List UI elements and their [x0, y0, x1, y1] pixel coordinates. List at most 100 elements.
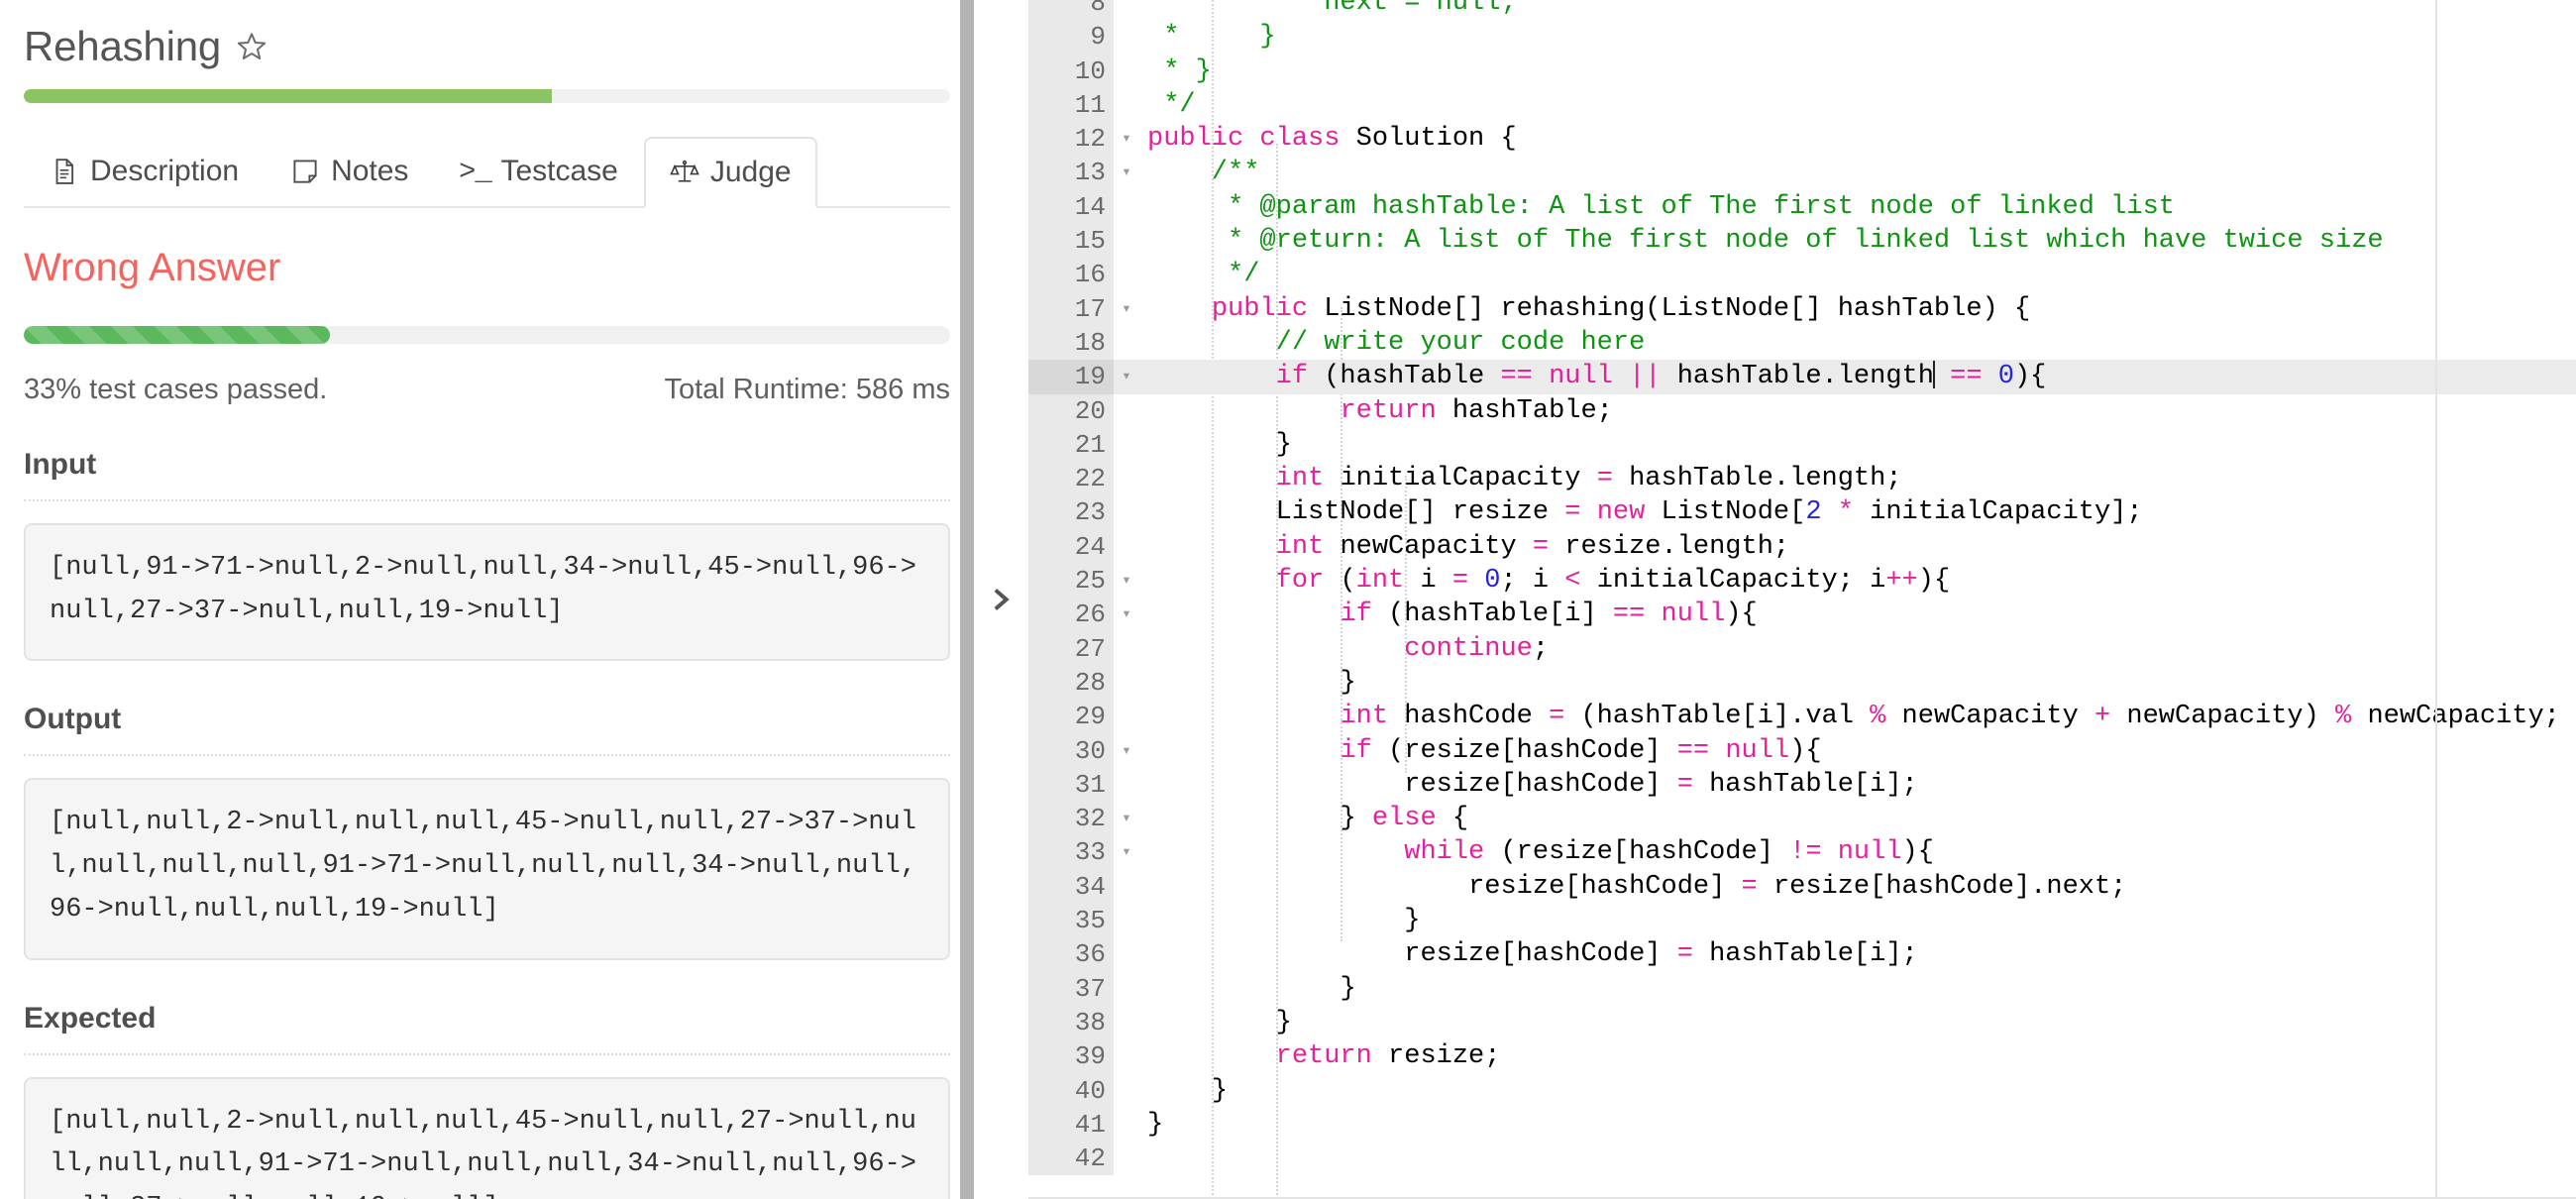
code-text: resize[hashCode] = resize[hashCode].next…	[1468, 871, 2127, 902]
editor-line[interactable]: 27 continue;	[1028, 631, 2576, 666]
editor-line[interactable]: 22 int initialCapacity = hashTable.lengt…	[1028, 462, 2576, 496]
fold-toggle-icon[interactable]: ▾	[1114, 156, 1139, 189]
editor-line[interactable]: 23 ListNode[] resize = new ListNode[2 * …	[1028, 495, 2576, 530]
editor-line[interactable]: 18 // write your code here	[1028, 325, 2576, 361]
code-text: if (hashTable == null || hashTable.lengt…	[1275, 361, 2047, 392]
editor-line[interactable]: 16 */	[1028, 258, 2576, 292]
line-number: 12	[1028, 122, 1114, 157]
tab-judge[interactable]: Judge	[643, 137, 817, 208]
scales-icon	[670, 158, 699, 187]
judge-page: Rehashing Description Notes >_ Testcase …	[0, 0, 2576, 1199]
editor-line[interactable]: 9 * }	[1028, 20, 2576, 54]
line-number: 8	[1028, 0, 1114, 21]
code-text: continue;	[1404, 633, 1550, 664]
code-text: int initialCapacity = hashTable.length;	[1275, 464, 1902, 494]
code-text: * }	[1147, 22, 1276, 53]
editor-line[interactable]: 35 }	[1028, 904, 2576, 938]
fold-toggle-icon[interactable]: ▾	[1114, 598, 1139, 631]
editor-line[interactable]: 24 int newCapacity = resize.length;	[1028, 529, 2576, 565]
editor-line[interactable]: 30 ▾ if (resize[hashCode] == null){	[1028, 733, 2576, 768]
editor-line[interactable]: 26 ▾ if (hashTable[i] == null){	[1028, 598, 2576, 632]
editor-line[interactable]: 29 int hashCode = (hashTable[i].val % ne…	[1028, 700, 2576, 734]
editor-line[interactable]: 40 }	[1028, 1073, 2576, 1108]
editor-line[interactable]: 37 }	[1028, 971, 2576, 1006]
editor-line[interactable]: 42	[1028, 1142, 2576, 1176]
fold-toggle-icon[interactable]: ▾	[1114, 835, 1139, 869]
editor-line[interactable]: 12 ▾ public class Solution {	[1028, 122, 2576, 157]
line-number: 25	[1028, 564, 1114, 599]
editor-line[interactable]: 41}	[1028, 1107, 2576, 1143]
line-number: 9	[1028, 20, 1114, 54]
fold-toggle-icon[interactable]: ▾	[1114, 564, 1139, 598]
editor-line[interactable]: 19 ▾ if (hashTable == null || hashTable.l…	[1028, 360, 2576, 394]
line-number: 27	[1028, 631, 1114, 666]
code-text: * @return: A list of The first node of l…	[1147, 226, 2384, 257]
editor-line[interactable]: 25 ▾ for (int i = 0; i < initialCapacity;…	[1028, 564, 2576, 599]
editor-line[interactable]: 13 ▾ /**	[1028, 156, 2576, 190]
editor-line[interactable]: 14 * @param hashTable: A list of The fir…	[1028, 189, 2576, 225]
line-number: 32	[1028, 802, 1114, 836]
chevron-right-icon	[988, 583, 1016, 616]
note-icon	[290, 157, 320, 186]
code-text: public ListNode[] rehashing(ListNode[] h…	[1211, 293, 2031, 324]
line-number: 17	[1028, 291, 1114, 326]
editor-line[interactable]: 34 resize[hashCode] = resize[hashCode].n…	[1028, 869, 2576, 905]
print-margin-line	[2435, 0, 2437, 1199]
fold-toggle-icon[interactable]: ▾	[1114, 122, 1139, 156]
line-number: 42	[1028, 1142, 1114, 1176]
editor-line[interactable]: 31 resize[hashCode] = hashTable[i];	[1028, 767, 2576, 803]
editor-line[interactable]: 8 * next = null;	[1028, 0, 2576, 21]
code-text: /**	[1147, 158, 1260, 188]
fold-toggle-icon[interactable]: ▾	[1114, 360, 1139, 393]
code-text: return resize;	[1275, 1041, 1501, 1072]
code-text: }	[1404, 906, 1421, 936]
collapse-panel-button[interactable]	[974, 0, 1028, 1199]
editor-line[interactable]: 39 return resize;	[1028, 1039, 2576, 1074]
editor-line[interactable]: 32 ▾ } else {	[1028, 802, 2576, 836]
line-number: 24	[1028, 529, 1114, 565]
line-number: 13	[1028, 156, 1114, 190]
fold-toggle-icon[interactable]: ▾	[1114, 734, 1139, 768]
code-text: * next = null;	[1147, 0, 1517, 18]
editor-lines[interactable]: 8 * next = null; 9 * } 10 * } 11 */12 ▾ publi…	[1028, 0, 2576, 1176]
editor-line[interactable]: 20 return hashTable;	[1028, 393, 2576, 428]
line-number: 34	[1028, 869, 1114, 905]
tab-description[interactable]: Description	[24, 135, 265, 206]
editor-line[interactable]: 28 }	[1028, 665, 2576, 701]
tab-testcase[interactable]: >_ Testcase	[434, 135, 643, 206]
code-text: }	[1340, 667, 1356, 698]
editor-line[interactable]: 11 */	[1028, 87, 2576, 123]
editor-line[interactable]: 21 }	[1028, 427, 2576, 463]
fold-toggle-icon[interactable]: ▾	[1114, 802, 1139, 835]
code-editor[interactable]: 8 * next = null; 9 * } 10 * } 11 */12 ▾ publi…	[1028, 0, 2576, 1199]
editor-line[interactable]: 38 }	[1028, 1005, 2576, 1040]
tab-bar: Description Notes >_ Testcase Judge	[24, 137, 950, 208]
code-text: */	[1147, 89, 1196, 120]
tab-label: Testcase	[500, 155, 618, 187]
editor-line[interactable]: 15 * @return: A list of The first node o…	[1028, 224, 2576, 259]
fold-toggle-icon[interactable]: ▾	[1114, 292, 1139, 326]
editor-line[interactable]: 33 ▾ while (resize[hashCode] != null){	[1028, 835, 2576, 870]
tab-notes[interactable]: Notes	[265, 135, 434, 206]
line-number: 21	[1028, 427, 1114, 463]
editor-line[interactable]: 17 ▾ public ListNode[] rehashing(ListNode…	[1028, 291, 2576, 326]
star-icon[interactable]	[235, 30, 268, 63]
editor-line[interactable]: 10 * }	[1028, 54, 2576, 88]
left-panel-scrollbar[interactable]	[960, 0, 974, 1199]
editor-line[interactable]: 36 resize[hashCode] = hashTable[i];	[1028, 937, 2576, 972]
line-number: 22	[1028, 462, 1114, 496]
code-text: }	[1147, 1109, 1164, 1140]
